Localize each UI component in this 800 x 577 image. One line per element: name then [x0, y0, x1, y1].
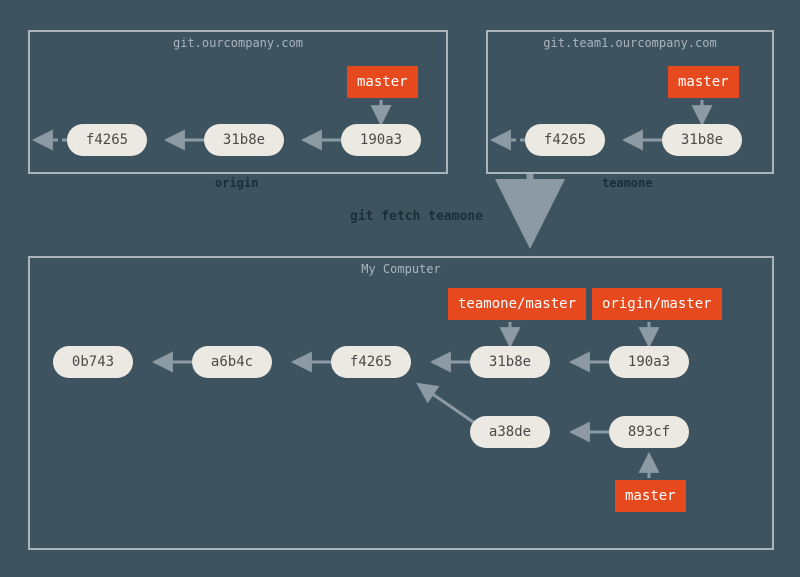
commit-node: a6b4c: [192, 346, 272, 378]
local-master-branch: master: [615, 480, 686, 512]
commit-node: 31b8e: [662, 124, 742, 156]
fetch-command-label: git fetch teamone: [350, 209, 483, 224]
commit-node: 31b8e: [204, 124, 284, 156]
commit-node: 31b8e: [470, 346, 550, 378]
commit-node: a38de: [470, 416, 550, 448]
remote-teamone-url: git.team1.ourcompany.com: [488, 36, 772, 50]
teamone-master-ref: teamone/master: [448, 288, 586, 320]
local-box-title: My Computer: [30, 262, 772, 276]
teamone-master-branch: master: [668, 66, 739, 98]
remote-origin-url: git.ourcompany.com: [30, 36, 446, 50]
remote-origin-label: origin: [215, 176, 258, 190]
commit-node: 190a3: [609, 346, 689, 378]
origin-master-branch: master: [347, 66, 418, 98]
commit-node: f4265: [67, 124, 147, 156]
remote-teamone-label: teamone: [602, 176, 653, 190]
origin-master-ref: origin/master: [592, 288, 722, 320]
commit-node: 0b743: [53, 346, 133, 378]
commit-node: 893cf: [609, 416, 689, 448]
commit-node: f4265: [331, 346, 411, 378]
commit-node: f4265: [525, 124, 605, 156]
commit-node: 190a3: [341, 124, 421, 156]
